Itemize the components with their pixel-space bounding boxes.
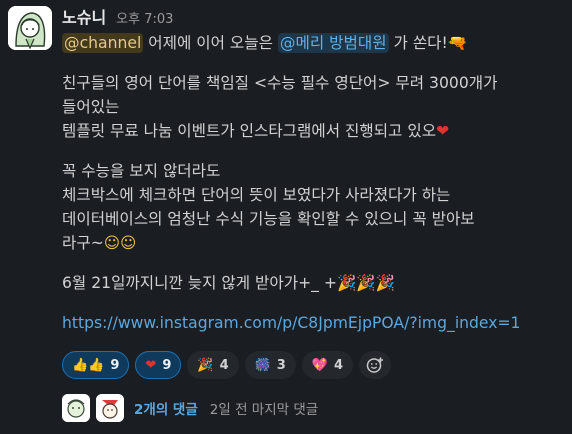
party-popper-icon: 🎉 [197,357,214,373]
message-text: 가 쏜다! [388,34,448,52]
add-reaction-button[interactable] [359,351,392,379]
reaction-thumbs-up[interactable]: 👍👍 9 [62,351,130,379]
message-body: @channel 어제에 이어 오늘은 @메리 방범대원 가 쏜다!🔫 친구들의… [62,31,567,335]
instagram-link[interactable]: https://www.instagram.com/p/C8JpmEjpPOA/… [62,314,520,332]
message-header: 노슈니 오후 7:03 [62,4,173,28]
message-line: https://www.instagram.com/p/C8JpmEjpPOA/… [62,311,567,335]
reactions-bar: 👍👍 9 ❤ 9 🎉 4 🎆 3 💖 4 [62,351,392,379]
thumbs-up-icon: 👍👍 [72,357,105,373]
message-line: 꼭 수능을 보지 않더라도 [62,162,221,180]
author-name[interactable]: 노슈니 [62,4,106,28]
add-reaction-icon [366,357,384,373]
fireworks-icon: 🎆 [254,357,271,373]
message-text: 어제에 이어 오늘은 [143,34,278,52]
last-reply-time: 2일 전 마지막 댓글 [209,402,319,418]
reaction-count: 3 [276,357,286,373]
reply-avatar [62,394,90,422]
message-line: @channel 어제에 이어 오늘은 @메리 방범대원 가 쏜다!🔫 [62,31,567,55]
sparkling-heart-icon: 💖 [311,357,329,373]
message-line: 체크박스에 체크하면 단어의 뜻이 보였다가 사라졌다가 하는 [62,186,451,204]
reaction-count: 9 [162,357,172,373]
message-text: 라구~ [62,234,104,252]
message-text: 6월 21일까지니깐 늦지 않게 받아가+_ + [62,274,337,292]
heart-emoji: ❤ [436,122,450,140]
message-text: 템플릿 무료 나눔 이벤트가 인스타그램에서 진행되고 있오 [62,122,437,140]
reaction-count: 4 [219,357,229,373]
smiling-emoji: ☺☺ [103,234,137,252]
pistol-emoji: 🔫 [447,34,468,52]
channel-mention[interactable]: @channel [62,33,144,53]
reaction-count: 9 [110,357,120,373]
heart-icon: ❤ [145,357,157,373]
message-line: 6월 21일까지니깐 늦지 않게 받아가+_ +🎉🎉🎉 [62,271,567,295]
reaction-party[interactable]: 🎉 4 [187,351,239,379]
message-line: 라구~☺☺ [62,231,567,255]
reaction-fireworks[interactable]: 🎆 3 [244,351,296,379]
message-line: 템플릿 무료 나눔 이벤트가 인스타그램에서 진행되고 있오❤ [62,119,567,143]
party-popper-emoji: 🎉🎉🎉 [336,274,396,292]
user-mention[interactable]: @메리 방범대원 [277,33,389,53]
reaction-heart[interactable]: ❤ 9 [135,351,182,379]
message-line: 친구들의 영어 단어를 책임질 <수능 필수 영단어> 무려 3000개가 [62,74,498,92]
thread-replies[interactable]: 2개의 댓글 2일 전 마지막 댓글 [62,393,318,423]
reply-count-link[interactable]: 2개의 댓글 [134,398,198,418]
reaction-count: 4 [334,357,344,373]
message-timestamp[interactable]: 오후 7:03 [116,8,173,27]
message-line: 데이터베이스의 엄청난 수식 기능을 확인할 수 있으니 꼭 받아보 [62,210,475,228]
author-avatar[interactable] [8,6,52,50]
reply-avatar [96,394,124,422]
reaction-sparkling-heart[interactable]: 💖 4 [301,351,354,379]
message-line: 들어있는 [62,98,120,116]
